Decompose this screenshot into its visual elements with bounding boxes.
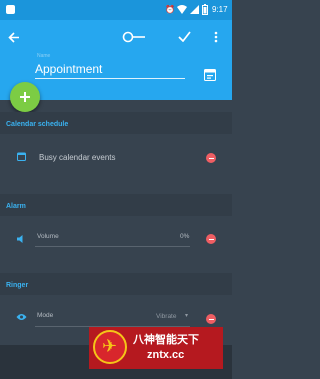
section-title: Alarm [6, 203, 26, 210]
plus-icon [20, 92, 30, 102]
remove-icon[interactable] [206, 153, 216, 163]
watermark-logo-glyph: ✈ [102, 336, 118, 356]
calendar-picker-icon[interactable] [204, 68, 216, 81]
watermark-text: 八神智能天下 [133, 334, 199, 346]
watermark-logo: ✈ [93, 330, 127, 364]
profile-name-input[interactable]: Appointment [35, 62, 185, 79]
mode-select-value[interactable]: Vibrate [156, 313, 176, 320]
watermark-url: zntx.cc [147, 349, 185, 361]
check-icon[interactable] [178, 31, 191, 42]
volume-underline [35, 246, 190, 247]
key-icon[interactable] [122, 31, 146, 43]
dropdown-arrow-icon[interactable]: ▾ [185, 312, 188, 319]
section-header-calendar: Calendar schedule [0, 112, 232, 134]
signal-icon [190, 5, 199, 14]
calendar-icon [17, 152, 26, 161]
section-title: Calendar schedule [6, 121, 69, 128]
remove-icon[interactable] [206, 314, 216, 324]
mode-label: Mode [37, 312, 54, 319]
notification-icon [6, 5, 15, 14]
watermark-banner: ✈ 八神智能天下 zntx.cc [89, 327, 223, 369]
volume-value: 0% [180, 233, 190, 240]
overflow-menu-icon[interactable] [214, 31, 218, 43]
section-header-ringer: Ringer [0, 273, 232, 295]
alarm-clock-icon: ⏰ [165, 5, 175, 14]
name-hint: Name [37, 53, 51, 59]
row-label: Busy calendar events [39, 153, 116, 162]
remove-icon[interactable] [206, 234, 216, 244]
add-fab-button[interactable] [10, 82, 40, 112]
wifi-icon [177, 5, 187, 14]
section-title: Ringer [6, 282, 29, 289]
clock-time: 9:17 [212, 5, 228, 14]
battery-icon [202, 4, 208, 15]
section-header-alarm: Alarm [0, 194, 232, 216]
volume-label: Volume [37, 233, 59, 240]
back-arrow-icon[interactable] [8, 32, 20, 43]
calendar-row[interactable]: Busy calendar events [0, 134, 232, 182]
status-bar: ⏰ 9:17 [0, 0, 232, 20]
speaker-icon [17, 235, 23, 243]
eye-icon [16, 314, 27, 320]
volume-row[interactable]: Volume 0% [0, 216, 232, 264]
